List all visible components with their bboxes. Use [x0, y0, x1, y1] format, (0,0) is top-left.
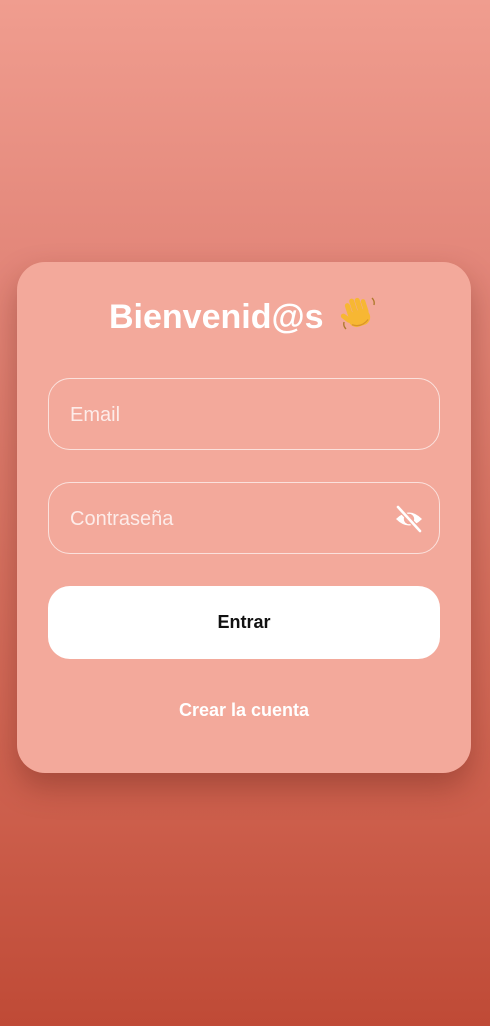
eye-off-icon[interactable] — [393, 504, 425, 534]
title-row: Bienvenid@s — [17, 292, 471, 343]
submit-button[interactable]: Entrar — [48, 586, 440, 659]
create-account-link[interactable]: Crear la cuenta — [17, 700, 471, 721]
password-field[interactable] — [48, 482, 440, 555]
email-input[interactable] — [68, 379, 382, 451]
password-input[interactable] — [68, 483, 382, 555]
login-card: Bienvenid@s Email Entrar Crear la cuenta — [17, 262, 471, 773]
email-field[interactable] — [48, 378, 440, 451]
page-title: Bienvenid@s — [109, 298, 324, 336]
waving-hand-icon — [339, 292, 379, 343]
